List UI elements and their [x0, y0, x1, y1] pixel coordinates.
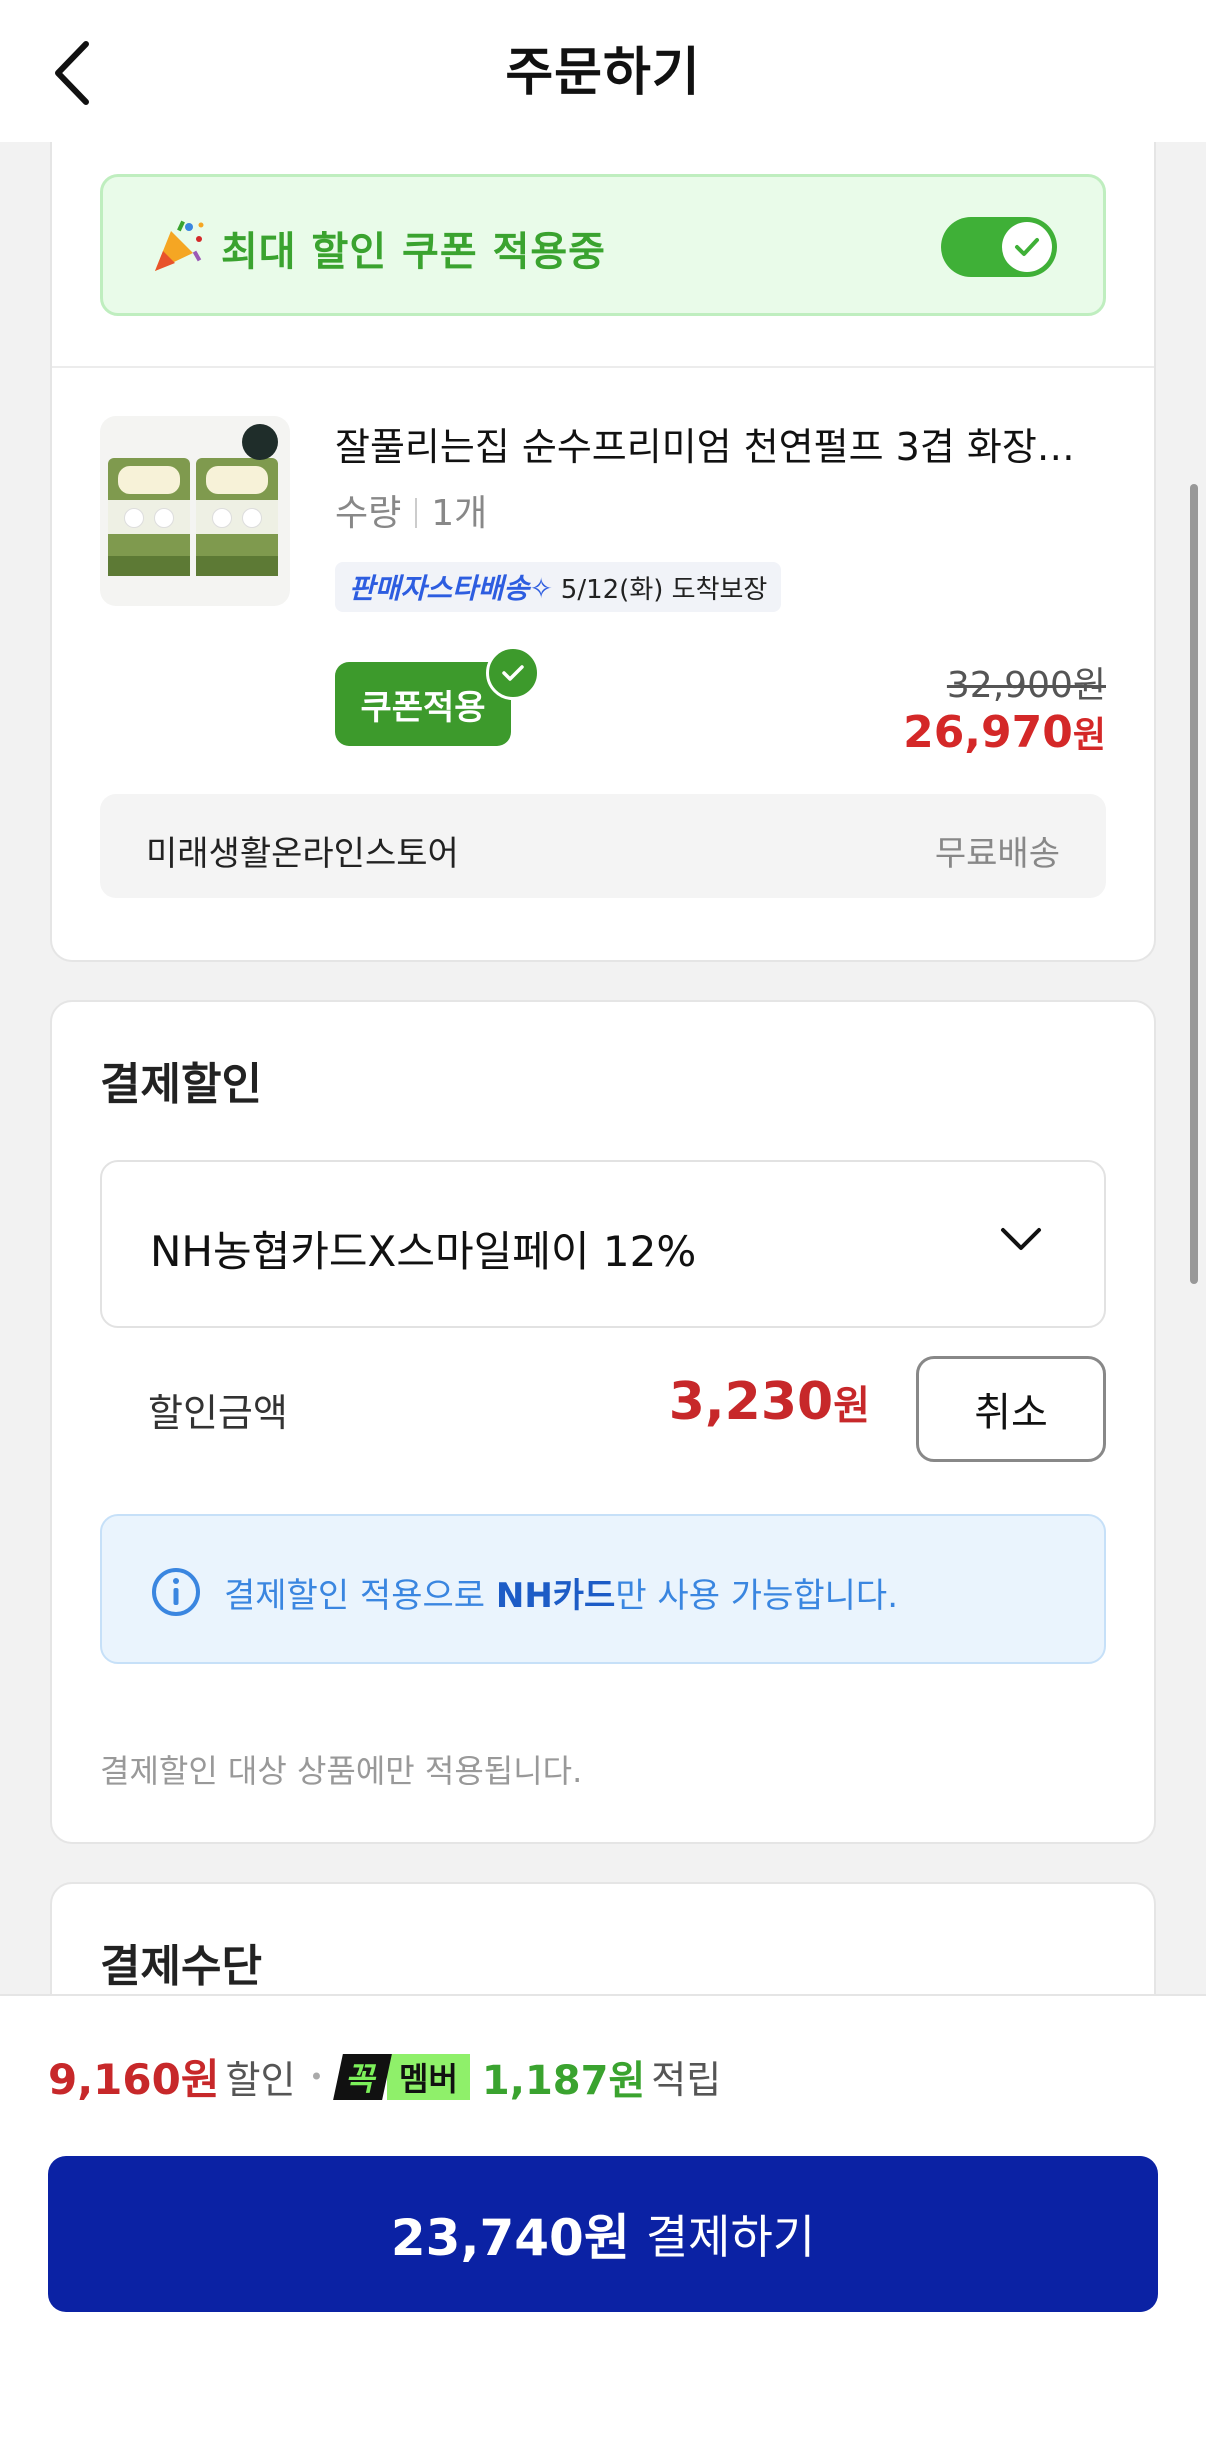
delivery-badge: 판매자스타배송✧ 5/12(화) 도착보장 [335, 562, 782, 612]
sale-price-number: 26,970 [903, 707, 1073, 758]
savings-summary: 9,160원 할인 • 꼭 멤버 1,187원 적립 [48, 2046, 721, 2107]
selected-card-discount: NH농협카드X스마일페이 12% [150, 1227, 697, 1276]
page-title: 주문하기 [505, 43, 701, 103]
top-header: 주문하기 [0, 0, 1206, 142]
card-restriction-notice: 결제할인 적용으로 NH카드만 사용 가능합니다. [100, 1514, 1106, 1664]
quantity-value: 1개 [431, 493, 488, 534]
quantity-label: 수량 [335, 493, 402, 534]
quantity-row: 수량 1개 [335, 484, 487, 536]
sale-price-unit: 원 [1072, 715, 1106, 756]
quantity-divider [415, 498, 418, 528]
seller-name[interactable]: 미래생활온라인스토어 [146, 826, 459, 875]
chevron-down-icon [1001, 1228, 1041, 1250]
kkok-member-badge: 꼭 멤버 [332, 2053, 470, 2100]
coupon-banner-text: 최대 할인 쿠폰 적용중 [221, 229, 606, 275]
scrollbar[interactable] [1190, 484, 1198, 1284]
discount-footnote: 결제할인 대상 상품에만 적용됩니다. [100, 1752, 583, 1790]
pay-amount: 23,740원 [390, 2209, 630, 2267]
shipping-fee: 무료배송 [934, 834, 1060, 874]
original-price: 32,900원 [946, 665, 1106, 706]
toggle-knob [1002, 222, 1052, 272]
reward-points: 1,187원 [481, 2057, 646, 2104]
discount-amount-label: 할인금액 [148, 1391, 288, 1435]
delivery-date: 5/12(화) 도착보장 [560, 574, 768, 605]
coupon-apply-button[interactable]: 쿠폰적용 [335, 662, 511, 746]
checkout-bar: 9,160원 할인 • 꼭 멤버 1,187원 적립 23,740원 결제하기 [0, 1994, 1206, 2438]
max-coupon-banner: 최대 할인 쿠폰 적용중 [100, 174, 1106, 316]
pay-label: 결제하기 [645, 2210, 816, 2264]
sale-price: 26,970원 [903, 706, 1106, 758]
cancel-discount-button[interactable]: 취소 [916, 1356, 1106, 1462]
star-delivery-label: 판매자스타배송✧ [349, 572, 553, 605]
product-image[interactable] [100, 416, 290, 606]
card-discount-dropdown[interactable]: NH농협카드X스마일페이 12% [100, 1160, 1106, 1328]
payment-method-title: 결제수단 [100, 1941, 262, 1992]
order-product-card: 최대 할인 쿠폰 적용중 잘풀리는집 순수프리미엄 천연펄프 3겹 화장… 수량… [50, 110, 1156, 962]
check-icon [1015, 238, 1039, 256]
payment-discount-card: 결제할인 NH농협카드X스마일페이 12% 할인금액 3,230원 취소 결제할… [50, 1000, 1156, 1844]
notice-card-name: NH카드 [495, 1576, 616, 1616]
info-icon [152, 1568, 200, 1616]
discount-amount-number: 3,230 [668, 1372, 834, 1432]
pay-button[interactable]: 23,740원 결제하기 [48, 2156, 1158, 2312]
coupon-toggle[interactable] [941, 217, 1057, 277]
party-popper-icon [155, 220, 204, 271]
coupon-check-icon [486, 646, 540, 700]
discount-amount: 3,230원 [669, 1372, 870, 1432]
discount-label: 할인 [225, 2058, 296, 2102]
product-name[interactable]: 잘풀리는집 순수프리미엄 천연펄프 3겹 화장… [335, 416, 1115, 471]
section-divider [52, 366, 1154, 368]
seller-row: 미래생활온라인스토어 무료배송 [100, 794, 1106, 898]
total-discount: 9,160원 [48, 2055, 220, 2104]
separator-dot: • [309, 2062, 324, 2091]
payment-discount-title: 결제할인 [100, 1059, 262, 1110]
notice-text: 결제할인 적용으로 NH카드만 사용 가능합니다. [224, 1576, 899, 1616]
discount-amount-unit: 원 [833, 1383, 870, 1429]
reward-label: 적립 [651, 2058, 722, 2102]
